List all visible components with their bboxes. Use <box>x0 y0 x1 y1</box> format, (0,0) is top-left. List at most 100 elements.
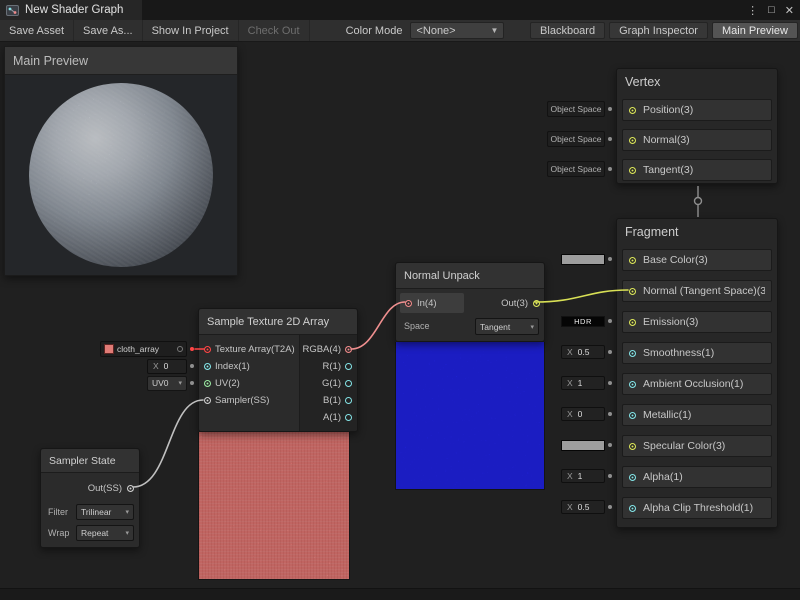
window-titlebar[interactable]: New Shader Graph ⋮ □ ✕ <box>0 0 800 20</box>
port-label: Base Color(3) <box>643 254 708 266</box>
port-label: Normal(3) <box>643 134 690 146</box>
output-row-out-ss[interactable]: Out(SS) <box>88 479 134 497</box>
port-tangent-input[interactable] <box>629 167 636 174</box>
save-asset-button[interactable]: Save Asset <box>0 20 74 41</box>
port-label: Smoothness(1) <box>643 347 714 359</box>
fragment-row-ambient-occlusion[interactable]: Ambient Occlusion(1) <box>622 373 772 395</box>
port-label: Ambient Occlusion(1) <box>643 378 743 390</box>
main-preview-toggle-button[interactable]: Main Preview <box>712 22 798 39</box>
show-in-project-button[interactable]: Show In Project <box>143 20 239 41</box>
port-specular-color-input[interactable] <box>629 443 636 450</box>
float-field[interactable]: X0.5 <box>561 345 605 359</box>
float-field[interactable]: X1 <box>561 376 605 390</box>
port-a-output[interactable] <box>345 414 352 421</box>
port-g-output[interactable] <box>345 380 352 387</box>
input-row-texture-array[interactable]: Texture Array(T2A) <box>199 341 299 358</box>
vertex-row-normal[interactable]: Normal(3) <box>622 129 772 151</box>
port-label: UV(2) <box>215 378 240 389</box>
space-dropdown[interactable]: Tangent ▾ <box>475 318 539 335</box>
window-close-icon[interactable]: ✕ <box>785 4 794 17</box>
filter-dropdown[interactable]: Trilinear ▾ <box>76 504 134 520</box>
specular-color-widget <box>544 437 612 453</box>
port-sampler-input[interactable] <box>204 397 211 404</box>
port-out-output[interactable] <box>533 300 540 307</box>
texture-object-field[interactable]: cloth_array <box>100 341 187 357</box>
chevron-down-icon: ▾ <box>530 323 534 331</box>
widget-connector-dot <box>608 350 612 354</box>
vertex-row-position[interactable]: Position(3) <box>622 99 772 121</box>
port-emission-input[interactable] <box>629 319 636 326</box>
color-swatch[interactable] <box>561 440 605 451</box>
output-row-a[interactable]: A(1) <box>300 409 357 426</box>
float-field[interactable]: X 0 <box>147 359 187 374</box>
object-space-dropdown[interactable]: Object Space <box>547 161 605 177</box>
fragment-row-base-color[interactable]: Base Color(3) <box>622 249 772 271</box>
node-sample-texture-2d-array[interactable]: Sample Texture 2D Array Texture Array(T2… <box>198 308 358 432</box>
port-alpha-input[interactable] <box>629 474 636 481</box>
color-mode-dropdown[interactable]: <None> ▼ <box>410 22 504 39</box>
node-fragment[interactable]: Fragment Base Color(3) Normal (Tangent S… <box>616 218 778 528</box>
float-field[interactable]: X1 <box>561 469 605 483</box>
node-normal-unpack[interactable]: Normal Unpack In(4) Out(3) Space Tangent… <box>395 262 545 342</box>
port-texture-array-input[interactable] <box>204 346 211 353</box>
wrap-dropdown[interactable]: Repeat ▾ <box>76 525 134 541</box>
port-out-ss-output[interactable] <box>127 485 134 492</box>
save-as-button[interactable]: Save As... <box>74 20 143 41</box>
object-picker-icon[interactable] <box>177 346 183 352</box>
node-sampler-state[interactable]: Sampler State Out(SS) Filter Trilinear ▾… <box>40 448 140 548</box>
fragment-row-smoothness[interactable]: Smoothness(1) <box>622 342 772 364</box>
port-b-output[interactable] <box>345 397 352 404</box>
color-swatch[interactable] <box>561 254 605 265</box>
main-preview-header[interactable]: Main Preview <box>5 47 237 75</box>
port-ambient-occlusion-input[interactable] <box>629 381 636 388</box>
port-label: Out(SS) <box>88 483 122 494</box>
fragment-row-alpha[interactable]: Alpha(1) <box>622 466 772 488</box>
input-row-sampler[interactable]: Sampler(SS) <box>199 392 299 409</box>
port-position-input[interactable] <box>629 107 636 114</box>
fragment-row-normal[interactable]: Normal (Tangent Space)(3) <box>622 280 772 302</box>
port-alpha-clip-input[interactable] <box>629 505 636 512</box>
widget-connector-dot <box>608 443 612 447</box>
widget-connector-dot <box>608 137 612 141</box>
fragment-row-specular-color[interactable]: Specular Color(3) <box>622 435 772 457</box>
port-normal-tangent-input[interactable] <box>629 288 636 295</box>
vertex-row-tangent[interactable]: Tangent(3) <box>622 159 772 181</box>
fragment-row-alpha-clip[interactable]: Alpha Clip Threshold(1) <box>622 497 772 519</box>
input-row-index[interactable]: Index(1) <box>199 358 299 375</box>
input-row-in[interactable]: In(4) <box>400 293 464 313</box>
hdr-color-swatch[interactable]: HDR <box>561 316 605 327</box>
uv-channel-dropdown[interactable]: UV0 ▾ <box>147 376 187 391</box>
window-maximize-icon[interactable]: □ <box>768 4 775 16</box>
object-space-dropdown[interactable]: Object Space <box>547 131 605 147</box>
output-row-g[interactable]: G(1) <box>300 375 357 392</box>
port-index-input[interactable] <box>204 363 211 370</box>
object-space-dropdown[interactable]: Object Space <box>547 101 605 117</box>
port-normal-input[interactable] <box>629 137 636 144</box>
fragment-row-emission[interactable]: Emission(3) <box>622 311 772 333</box>
blackboard-toggle-button[interactable]: Blackboard <box>530 22 605 39</box>
port-in-input[interactable] <box>405 300 412 307</box>
axis-label: X <box>567 347 573 357</box>
graph-inspector-toggle-button[interactable]: Graph Inspector <box>609 22 708 39</box>
color-mode-value: <None> <box>416 25 455 37</box>
fragment-row-metallic[interactable]: Metallic(1) <box>622 404 772 426</box>
float-field[interactable]: X0 <box>561 407 605 421</box>
shader-graph-icon <box>6 4 19 17</box>
window-menu-icon[interactable]: ⋮ <box>747 4 758 17</box>
input-row-uv[interactable]: UV(2) <box>199 375 299 392</box>
output-row-rgba[interactable]: RGBA(4) <box>300 341 357 358</box>
output-row-out[interactable]: Out(3) <box>501 293 540 313</box>
port-smoothness-input[interactable] <box>629 350 636 357</box>
port-metallic-input[interactable] <box>629 412 636 419</box>
float-field[interactable]: X0.5 <box>561 500 605 514</box>
output-row-b[interactable]: B(1) <box>300 392 357 409</box>
port-rgba-output[interactable] <box>345 346 352 353</box>
fabric-noise-overlay <box>199 432 349 579</box>
port-base-color-input[interactable] <box>629 257 636 264</box>
main-preview-panel[interactable]: Main Preview <box>4 46 238 276</box>
output-row-r[interactable]: R(1) <box>300 358 357 375</box>
window-title-tab[interactable]: New Shader Graph <box>0 0 142 20</box>
port-uv-input[interactable] <box>204 380 211 387</box>
node-vertex[interactable]: Vertex Position(3) Normal(3) Tangent(3) <box>616 68 778 184</box>
port-r-output[interactable] <box>345 363 352 370</box>
